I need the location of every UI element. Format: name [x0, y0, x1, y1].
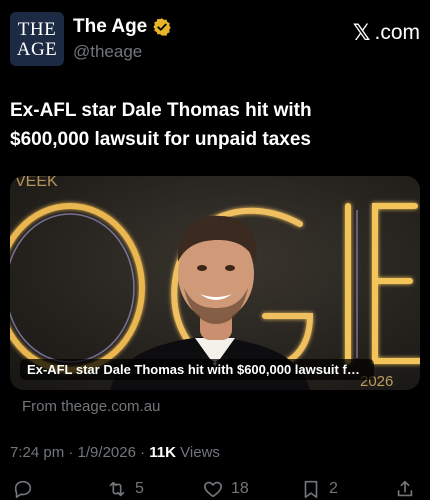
verified-badge-icon — [152, 17, 172, 37]
card-source-link[interactable]: From theage.com.au — [22, 398, 160, 415]
avatar-text-line1: THE — [17, 18, 57, 40]
tweet-meta: 7:24 pm · 1/9/2026 · 11K Views — [10, 444, 220, 461]
reply-icon — [14, 480, 32, 499]
x-brand-text: .com — [374, 21, 420, 44]
action-bar: 5 18 2 — [10, 478, 420, 500]
link-card[interactable]: VEEK 2026 Ex-AFL star Dale Thomas hit wi… — [10, 176, 420, 390]
author-info[interactable]: The Age @theage — [73, 16, 172, 62]
bookmark-count: 2 — [329, 480, 338, 497]
meta-separator: · — [68, 444, 78, 461]
avatar-text-line2: AGE — [16, 38, 58, 60]
tweet-text: Ex-AFL star Dale Thomas hit with $600,00… — [10, 100, 312, 150]
retweet-button[interactable]: 5 — [106, 478, 144, 500]
retweet-icon — [109, 481, 125, 497]
author-name[interactable]: The Age — [73, 16, 147, 38]
x-brand: 𝕏 .com — [353, 20, 420, 46]
card-caption: Ex-AFL star Dale Thomas hit with $600,00… — [20, 359, 374, 380]
meta-separator: · — [140, 444, 150, 461]
views-label: Views — [180, 444, 220, 461]
reply-button[interactable] — [12, 478, 34, 500]
svg-text:VEEK: VEEK — [15, 176, 58, 190]
tweet-date[interactable]: 1/9/2026 — [78, 444, 136, 461]
like-button[interactable]: 18 — [202, 478, 249, 500]
retweet-count: 5 — [135, 480, 144, 497]
views-count: 11K — [149, 444, 176, 461]
x-logo-icon: 𝕏 — [352, 20, 371, 45]
avatar[interactable]: THE AGE — [10, 12, 64, 66]
heart-icon — [204, 481, 222, 498]
author-handle[interactable]: @theage — [73, 42, 172, 62]
tweet-header: THE AGE The Age @theage 𝕏 .com — [10, 12, 420, 68]
bookmark-icon — [304, 480, 318, 499]
bookmark-button[interactable]: 2 — [300, 478, 338, 500]
share-icon — [397, 480, 413, 497]
tweet-time[interactable]: 7:24 pm — [10, 444, 64, 461]
card-image: VEEK 2026 — [10, 176, 420, 390]
like-count: 18 — [231, 480, 249, 497]
share-button[interactable] — [394, 478, 416, 500]
